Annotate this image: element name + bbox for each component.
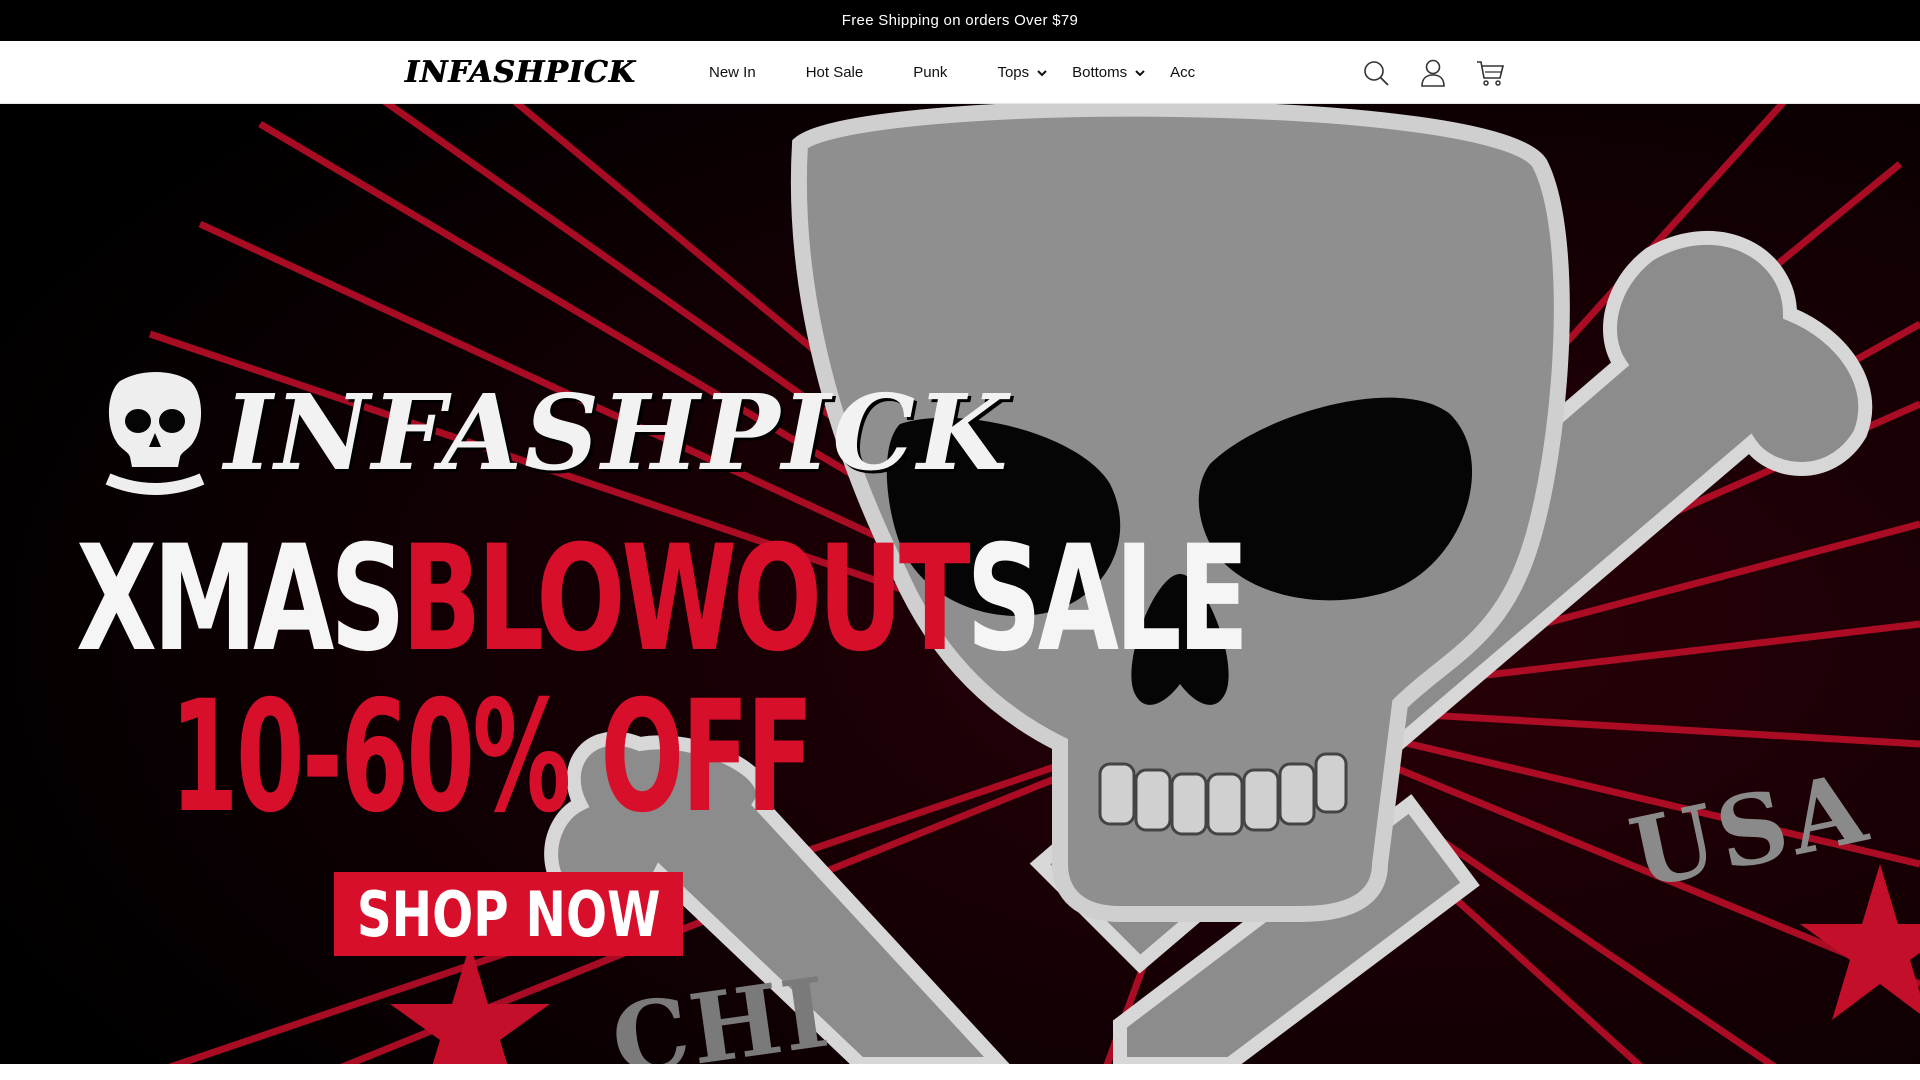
- nav-item-new-in[interactable]: New In: [709, 64, 756, 81]
- chevron-down-icon: [1036, 67, 1048, 79]
- nav-item-bottoms[interactable]: Bottoms: [1072, 64, 1146, 81]
- main-nav: New In Hot Sale Punk Tops Bottoms Acc: [709, 41, 1195, 104]
- nav-item-acc[interactable]: Acc: [1170, 64, 1195, 81]
- nav-label: New In: [709, 64, 756, 81]
- announcement-text: Free Shipping on orders Over $79: [841, 12, 1079, 29]
- nav-label: Bottoms: [1072, 64, 1128, 81]
- nav-item-tops[interactable]: Tops: [997, 64, 1048, 81]
- hero-brand-name: INFASHPICK: [224, 371, 1010, 494]
- search-icon[interactable]: [1360, 57, 1392, 89]
- site-logo[interactable]: INFASHPICK: [405, 52, 635, 92]
- header-actions: [1360, 55, 1506, 91]
- chevron-down-icon: [1134, 67, 1146, 79]
- announcement-bar: Free Shipping on orders Over $79: [0, 0, 1920, 41]
- site-header: INFASHPICK New In Hot Sale Punk Tops Bot…: [0, 41, 1920, 104]
- shop-now-label: SHOP NOW: [356, 877, 661, 951]
- discount-text: 10-60% OFF: [170, 668, 814, 847]
- user-icon[interactable]: [1417, 57, 1449, 89]
- nav-item-hot-sale[interactable]: Hot Sale: [806, 64, 864, 81]
- nav-label: Punk: [913, 64, 948, 81]
- sale-word-sale: SALE: [966, 514, 1249, 684]
- sale-headline: XMASBLOWOUTSALE: [76, 524, 1249, 674]
- nav-label: Acc: [1170, 64, 1196, 81]
- cart-icon[interactable]: [1474, 57, 1506, 89]
- hero-brand: INFASHPICK: [100, 368, 1010, 498]
- nav-label: Hot Sale: [805, 64, 864, 81]
- nav-item-punk[interactable]: Punk: [913, 64, 947, 81]
- nav-label: Tops: [997, 64, 1030, 81]
- sale-word-blowout: BLOWOUT: [401, 514, 970, 684]
- skull-badge-icon: [105, 371, 205, 495]
- hero-banner[interactable]: INFASHPICK XMASBLOWOUTSALE 10-60% OFF SH…: [0, 104, 1920, 1064]
- sale-word-xmas: XMAS: [76, 514, 406, 684]
- shop-now-button[interactable]: SHOP NOW: [334, 872, 683, 956]
